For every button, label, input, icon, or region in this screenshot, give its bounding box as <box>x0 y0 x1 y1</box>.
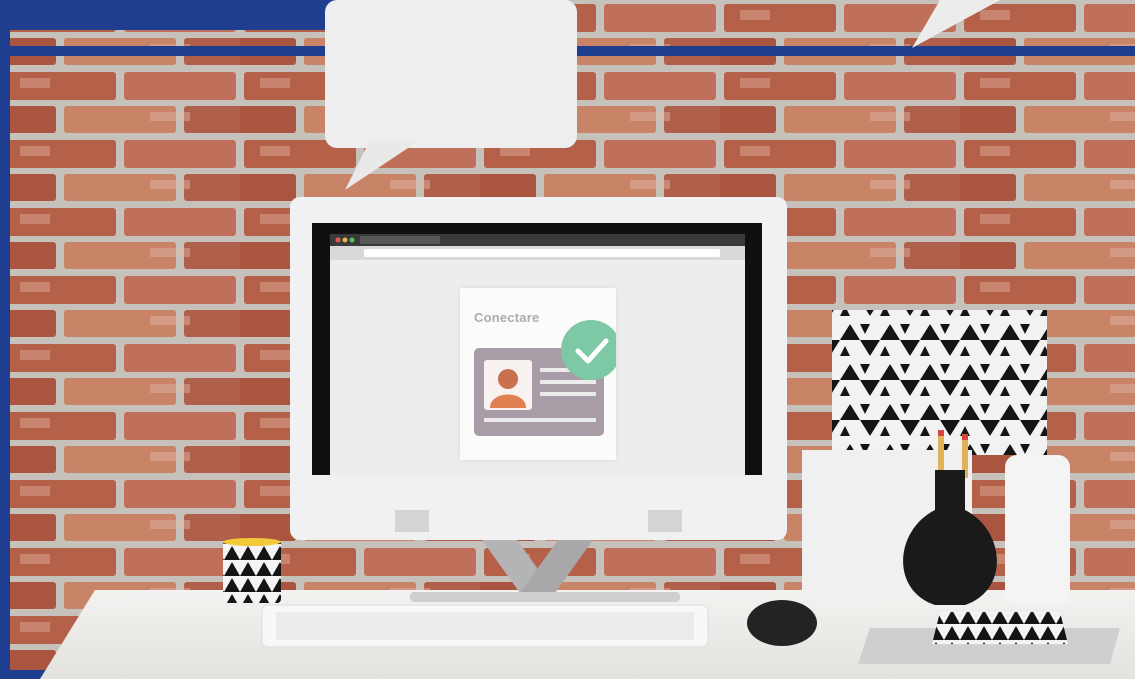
id-card-illustration <box>474 320 616 436</box>
mouse <box>747 600 817 646</box>
patterned-mug <box>223 540 281 603</box>
login-card: Conectare <box>460 288 616 460</box>
left-blue-border <box>0 0 10 679</box>
photo-scene: Conectare <box>0 0 1135 679</box>
white-vase <box>1005 455 1070 605</box>
